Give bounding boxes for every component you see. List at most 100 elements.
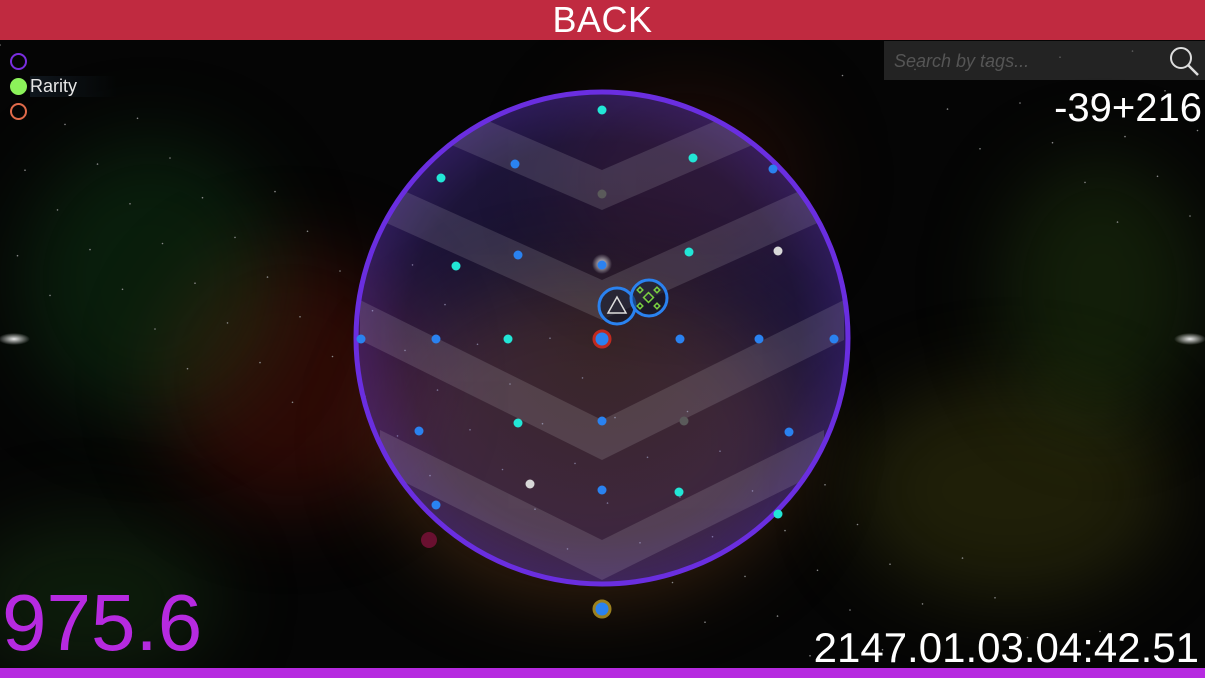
background-star	[784, 529, 786, 532]
background-star	[299, 316, 301, 318]
background-star	[1156, 175, 1159, 178]
background-star	[274, 190, 276, 193]
background-star	[841, 74, 844, 77]
star-node[interactable]	[597, 105, 607, 115]
background-star	[1124, 135, 1126, 138]
background-star	[331, 355, 334, 358]
background-star	[824, 484, 826, 486]
background-star	[744, 575, 746, 578]
distant-star-left	[0, 333, 30, 345]
star-node[interactable]	[768, 164, 778, 174]
star-node[interactable]	[754, 334, 764, 344]
background-star	[849, 609, 851, 611]
background-star	[704, 621, 706, 623]
background-star	[961, 557, 964, 559]
legend-item-purple[interactable]	[10, 49, 117, 74]
star-node[interactable]	[525, 479, 535, 489]
background-star	[816, 569, 819, 572]
star-map[interactable]	[0, 0, 1205, 678]
legend-item-rarity[interactable]: Rarity	[10, 74, 118, 99]
background-star	[96, 163, 99, 165]
background-star	[921, 603, 924, 605]
star-node[interactable]	[510, 159, 520, 169]
background-star	[89, 248, 91, 251]
tag-search	[884, 41, 1205, 80]
background-star	[259, 361, 261, 364]
star-node[interactable]	[773, 509, 783, 519]
star-node[interactable]	[784, 427, 794, 437]
background-star	[1116, 221, 1119, 223]
background-star	[16, 254, 19, 257]
star-node[interactable]	[597, 189, 607, 199]
background-star	[56, 209, 59, 211]
star-node[interactable]	[679, 416, 689, 426]
star-node[interactable]	[414, 426, 424, 436]
star-node[interactable]	[773, 246, 783, 256]
legend-dot-icon	[10, 53, 27, 70]
background-star	[194, 282, 196, 285]
legend-dot-icon	[10, 78, 27, 95]
background-star	[266, 276, 269, 278]
background-star	[339, 270, 341, 272]
search-input[interactable]	[892, 47, 1156, 75]
star-node-outside[interactable]	[592, 599, 612, 619]
background-star	[136, 117, 139, 120]
legend-dot-icon	[10, 103, 27, 120]
search-icon[interactable]	[1167, 44, 1201, 78]
background-star	[1084, 181, 1086, 184]
star-node[interactable]	[356, 334, 366, 344]
background-star	[1019, 102, 1021, 104]
star-node[interactable]	[675, 334, 685, 344]
background-star	[161, 242, 164, 245]
background-star	[979, 148, 981, 150]
star-node[interactable]	[597, 260, 607, 270]
background-star	[994, 597, 996, 599]
star-node[interactable]	[503, 334, 513, 344]
station[interactable]	[629, 278, 669, 318]
star-node[interactable]	[674, 487, 684, 497]
background-star	[201, 196, 204, 199]
coordinates-readout: -39+216	[1054, 86, 1202, 130]
background-star	[291, 401, 294, 404]
background-star	[169, 157, 171, 159]
legend-label-rarity: Rarity	[30, 76, 118, 97]
background-star	[0, 44, 1, 46]
legend-item-orange[interactable]	[10, 99, 117, 124]
background-star	[1189, 215, 1191, 217]
star-node-dark[interactable]	[421, 532, 437, 548]
distant-star-right	[1174, 333, 1205, 345]
star-node[interactable]	[597, 485, 607, 495]
background-star	[49, 294, 51, 297]
background-star	[306, 230, 309, 233]
star-node-selected[interactable]	[592, 329, 612, 349]
background-star	[154, 328, 156, 330]
stardate-timestamp: 2147.01.03.04:42.51	[813, 624, 1199, 671]
player-ship[interactable]	[597, 286, 637, 326]
background-star	[129, 203, 131, 205]
star-node[interactable]	[829, 334, 839, 344]
background-star	[24, 169, 26, 171]
background-star	[1051, 141, 1054, 144]
background-star	[671, 581, 674, 584]
back-label: BACK	[552, 0, 653, 40]
bottom-accent-bar	[0, 668, 1205, 678]
star-node[interactable]	[431, 500, 441, 510]
background-star	[234, 236, 236, 239]
star-node[interactable]	[513, 418, 523, 428]
star-node[interactable]	[684, 247, 694, 257]
energy-value: 975.6	[2, 578, 203, 667]
star-node[interactable]	[513, 250, 523, 260]
star-node[interactable]	[451, 261, 461, 271]
background-star	[121, 288, 124, 291]
back-button[interactable]: BACK	[0, 0, 1205, 40]
star-node[interactable]	[431, 334, 441, 344]
background-star	[889, 563, 891, 565]
background-star	[186, 367, 189, 370]
star-node[interactable]	[597, 416, 607, 426]
star-node[interactable]	[436, 173, 446, 183]
background-star	[946, 108, 949, 110]
legend: Rarity	[10, 49, 118, 124]
background-star	[809, 655, 811, 657]
background-star	[776, 615, 779, 617]
star-node[interactable]	[688, 153, 698, 163]
